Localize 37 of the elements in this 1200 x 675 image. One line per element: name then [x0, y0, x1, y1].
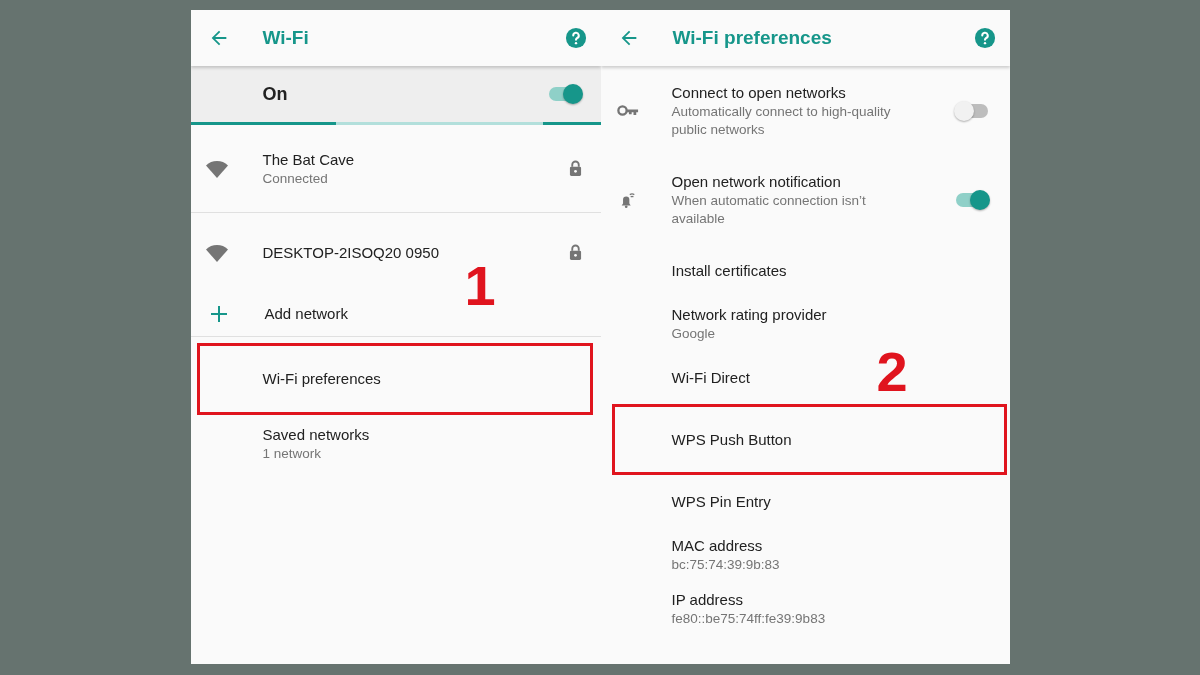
toggle-switch[interactable] — [953, 99, 990, 122]
setting-subtitle: bc:75:74:39:9b:83 — [671, 556, 780, 574]
wifi-status-label: On — [262, 83, 289, 105]
annotation-number: 1 — [464, 258, 496, 314]
help-icon[interactable] — [564, 27, 587, 49]
setting-title: Open network notification — [671, 171, 841, 192]
network-status: Connected — [262, 169, 328, 188]
wifi-signal-icon — [204, 158, 229, 179]
key-icon — [617, 104, 639, 117]
menu-item[interactable]: Wi-Fi preferences — [196, 343, 593, 415]
setting-title: MAC address — [671, 536, 763, 556]
setting-subtitle: When automatic connection isn’t available — [671, 191, 867, 228]
help-icon[interactable] — [973, 27, 996, 49]
item-title: Saved networks — [262, 425, 370, 445]
notification-wifi-icon — [619, 190, 637, 209]
setting-title: Install certificates — [671, 260, 787, 281]
setting-title: Network rating provider — [671, 305, 827, 325]
setting-subtitle: Automatically connect to high-quality public networks — [671, 102, 892, 139]
screen-title: Wi-Fi preferences — [672, 27, 833, 49]
add-network-label[interactable]: Add network — [264, 304, 348, 324]
plus-icon — [210, 306, 227, 322]
setting-title: WPS Push Button — [671, 429, 792, 450]
item-title: Wi-Fi preferences — [262, 369, 381, 389]
wifi-signal-icon — [204, 242, 229, 263]
highlighted-setting-item[interactable]: WPS Push Button — [611, 404, 1007, 475]
menu-item[interactable]: Saved networks 1 network — [190, 421, 601, 467]
item-subtitle: 1 network — [262, 445, 322, 463]
network-name[interactable]: The Bat Cave — [262, 149, 355, 170]
setting-subtitle: Google — [671, 325, 716, 343]
setting-title: Connect to open networks — [671, 82, 846, 103]
setting-subtitle: fe80::be75:74ff:fe39:9b83 — [671, 610, 826, 628]
network-name[interactable]: DESKTOP-2ISOQ20 0950 — [262, 242, 439, 263]
setting-title: IP address — [671, 590, 743, 610]
screen-title: Wi-Fi — [262, 27, 310, 49]
setting-title: Wi-Fi Direct — [671, 367, 750, 388]
setting-title: WPS Pin Entry — [671, 491, 771, 512]
annotation-number: 2 — [876, 344, 908, 400]
